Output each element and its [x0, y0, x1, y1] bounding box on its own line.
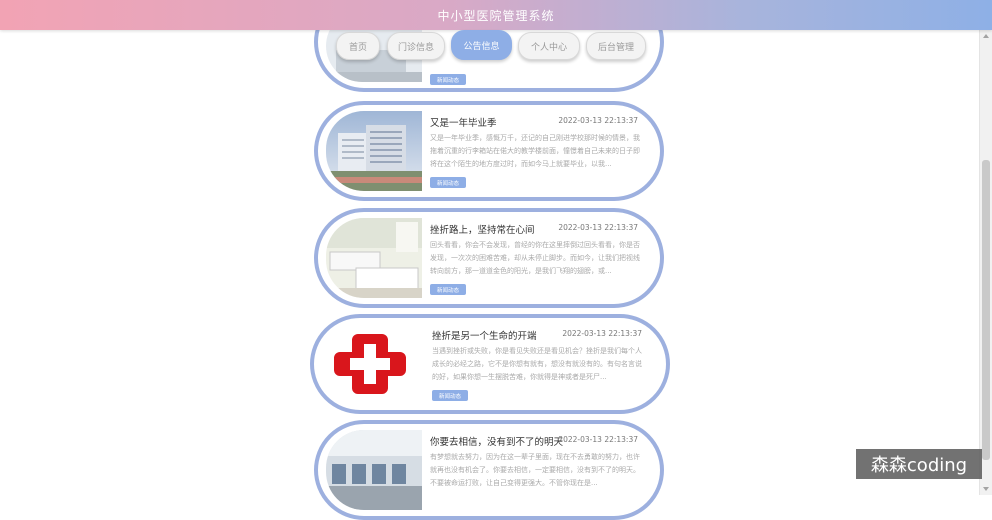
news-card[interactable]: 又是一年毕业季 2022-03-13 22:13:37 又是一年毕业季，感慨万千…: [314, 101, 664, 201]
app-title: 中小型医院管理系统: [437, 8, 555, 23]
main-nav: 首页 门诊信息 公告信息 个人中心 后台管理: [0, 30, 992, 61]
nav-notice-button[interactable]: 公告信息: [451, 30, 512, 60]
news-title[interactable]: 又是一年毕业季: [430, 115, 497, 129]
red-cross-image: [322, 324, 418, 404]
news-date: 2022-03-13 22:13:37: [558, 223, 638, 232]
scroll-down-arrow-icon[interactable]: [983, 487, 989, 491]
hospital-building-image: [326, 111, 422, 191]
news-title[interactable]: 挫折是另一个生命的开端: [432, 328, 537, 342]
top-header-bar: 中小型医院管理系统: [0, 0, 992, 30]
news-title[interactable]: 挫折路上，坚持常在心间: [430, 222, 535, 236]
news-date: 2022-03-13 22:13:37: [558, 116, 638, 125]
page-scrollbar[interactable]: [979, 30, 992, 495]
watermark: 森森coding: [856, 449, 982, 479]
news-title[interactable]: 你要去相信，没有到不了的明天: [430, 434, 563, 448]
news-tag[interactable]: 新闻动态: [432, 390, 468, 401]
nav-admin-button[interactable]: 后台管理: [586, 32, 646, 60]
hospital-ward-image: [326, 218, 422, 298]
news-excerpt: 有梦想就去努力，因为在这一辈子里面，现在不去勇敢的努力，也许就再也没有机会了。你…: [430, 453, 640, 487]
news-card[interactable]: 你要去相信，没有到不了的明天 2022-03-13 22:13:37 有梦想就去…: [314, 420, 664, 520]
nav-outpatient-button[interactable]: 门诊信息: [387, 32, 445, 60]
news-tag[interactable]: 新闻动态: [430, 177, 466, 188]
news-tag[interactable]: 新闻动态: [430, 74, 466, 85]
news-excerpt: 回头看看，你会不会发现，曾经的你在这里摔倒过回头看看，你是否发现，一次次的困难苦…: [430, 241, 640, 275]
news-date: 2022-03-13 22:13:37: [562, 329, 642, 338]
nav-personal-center-button[interactable]: 个人中心: [518, 32, 580, 60]
news-excerpt: 当遇到挫折或失败，你是看见失败还是看见机会？挫折是我们每个人成长的必经之路，它不…: [432, 347, 642, 381]
news-card[interactable]: 挫折是另一个生命的开端 2022-03-13 22:13:37 当遇到挫折或失败…: [310, 314, 670, 414]
nav-home-button[interactable]: 首页: [336, 32, 380, 60]
news-date: 2022-03-13 22:13:37: [558, 435, 638, 444]
news-excerpt: 又是一年毕业季，感慨万千，还记的自己刚进学校那时候的情景，我拖着沉重的行李箱站在…: [430, 134, 640, 168]
news-tag[interactable]: 新闻动态: [430, 284, 466, 295]
clinic-hall-image: [326, 430, 422, 510]
scrollbar-thumb[interactable]: [982, 160, 990, 460]
news-card[interactable]: 挫折路上，坚持常在心间 2022-03-13 22:13:37 回头看看，你会不…: [314, 208, 664, 308]
